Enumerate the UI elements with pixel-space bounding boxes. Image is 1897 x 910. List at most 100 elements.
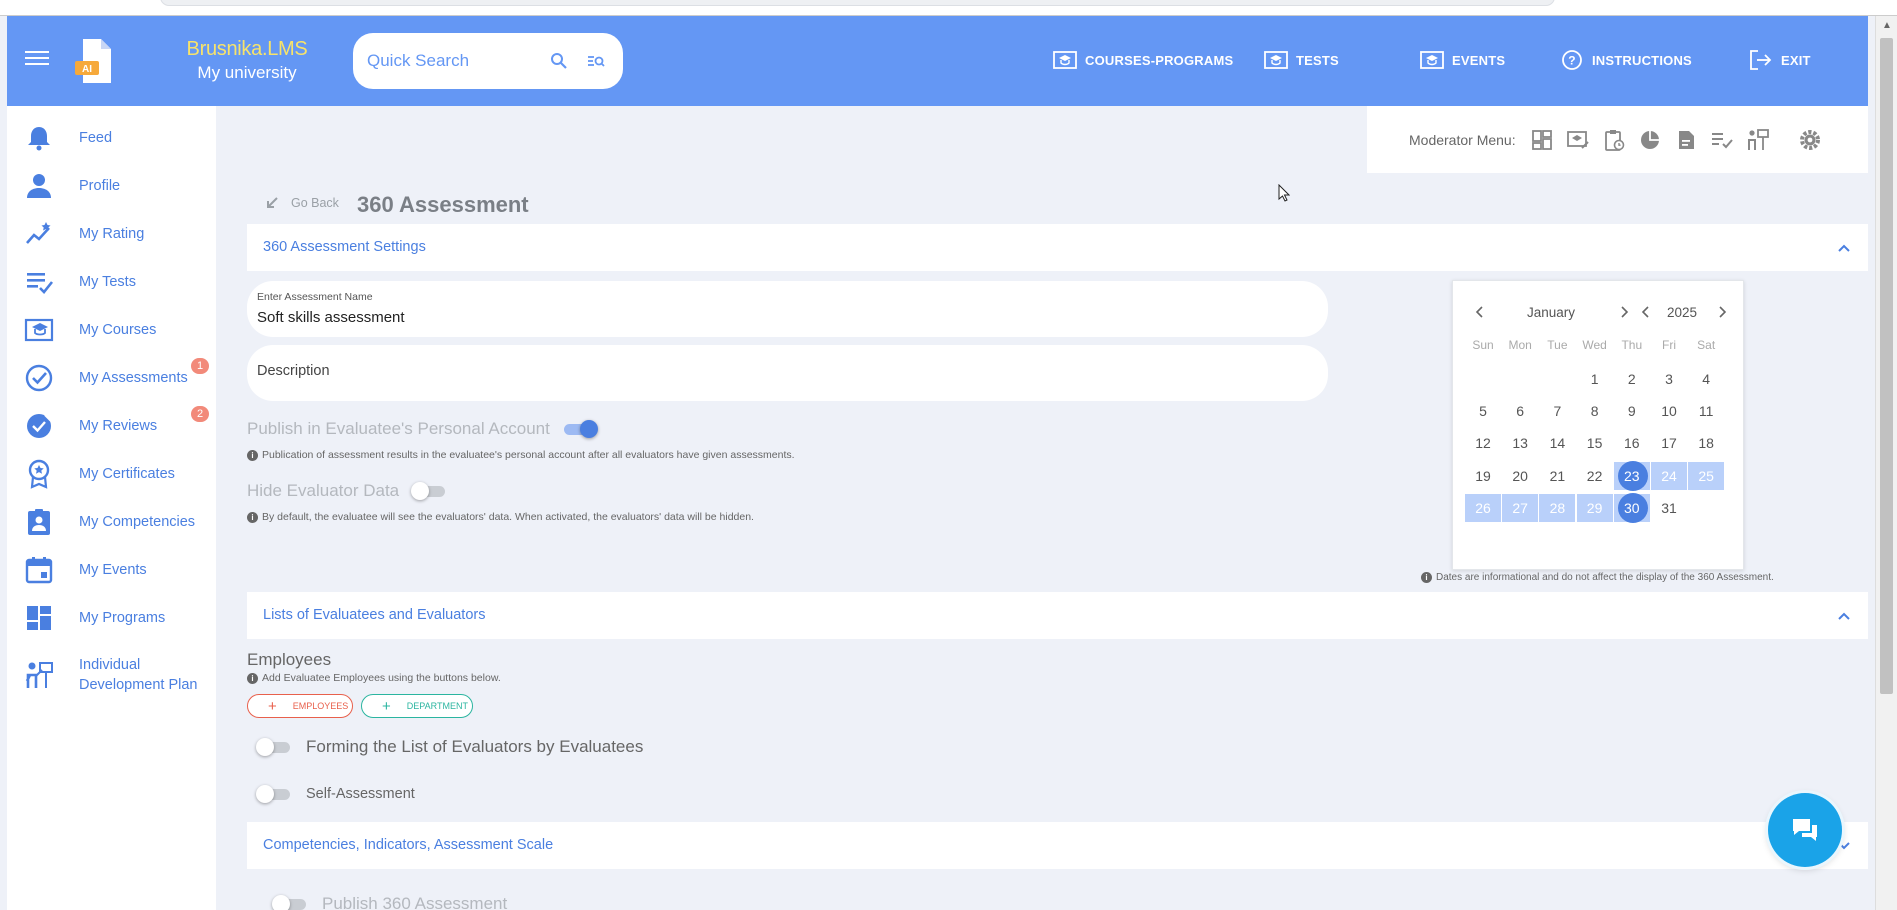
calendar-day[interactable]: 7 [1539,397,1575,425]
chevron-up-icon[interactable] [1836,240,1852,256]
nav-tests[interactable]: TESTS [1264,49,1339,71]
nav-label: EXIT [1781,52,1811,68]
brand[interactable]: Brusnika.LMS My university [177,38,317,83]
calendar-day[interactable]: 23 [1613,460,1650,491]
calendar-day[interactable]: 31 [1651,494,1687,522]
document-icon[interactable] [1674,128,1698,152]
calendar-weekday: Tue [1547,338,1568,352]
calendar-day[interactable]: 10 [1651,397,1687,425]
advanced-search-icon[interactable] [586,51,606,71]
calendar-day[interactable]: 18 [1688,429,1724,457]
sidebar-item-my-programs[interactable]: My Programs [7,596,216,640]
calendar-day[interactable]: 17 [1651,429,1687,457]
add-employees-button[interactable]: + EMPLOYEES [247,694,353,718]
courses-edit-icon[interactable] [1566,128,1590,152]
svg-text:?: ? [1568,54,1576,68]
scroll-up-icon[interactable]: ▲ [1882,20,1892,31]
chevron-left-icon[interactable] [1639,304,1653,320]
calendar-day[interactable]: 5 [1465,397,1501,425]
calendar-year[interactable]: 2025 [1667,305,1697,320]
quick-search-input[interactable] [367,47,537,75]
calendar-day[interactable]: 2 [1614,365,1650,393]
info-icon: i [247,449,258,461]
go-back-link[interactable]: Go Back [265,196,339,210]
forming-list-toggle[interactable] [256,738,292,756]
calendar-day[interactable]: 9 [1614,397,1650,425]
nav-courses-programs[interactable]: COURSES-PROGRAMS [1053,49,1233,71]
sidebar-item-my-assessments[interactable]: My Assessments 1 [7,356,216,400]
nav-exit[interactable]: EXIT [1749,49,1811,71]
chevron-right-icon[interactable] [1715,304,1729,320]
development-icon[interactable] [1746,128,1770,152]
brand-subtitle: My university [197,63,297,82]
sidebar-item-profile[interactable]: Profile [7,164,216,208]
calendar-day[interactable]: 28 [1539,493,1576,522]
calendar-day[interactable]: 25 [1688,461,1725,490]
calendar-day[interactable]: 26 [1465,493,1501,522]
hide-evaluator-data-label: Hide Evaluator Data [247,481,400,500]
calendar-day[interactable]: 3 [1651,365,1687,393]
self-assessment-toggle[interactable] [256,785,292,803]
calendar-day[interactable]: 11 [1688,397,1724,425]
calendar-day[interactable]: 21 [1539,462,1575,490]
sidebar-item-individual-development-plan[interactable]: Individual Development Plan [7,650,216,700]
sidebar-item-my-courses[interactable]: My Courses [7,308,216,352]
tests-icon [1264,51,1288,69]
calendar-day[interactable]: 29 [1576,493,1613,522]
calendar-day[interactable]: 16 [1614,429,1650,457]
calendar-day[interactable]: 27 [1502,493,1539,522]
chevron-right-icon[interactable] [1617,304,1631,320]
nav-instructions[interactable]: ? INSTRUCTIONS [1560,49,1692,71]
competencies-icon [28,509,50,535]
calendar-day[interactable]: 19 [1465,462,1501,490]
sidebar-item-my-tests[interactable]: My Tests [7,260,216,304]
add-department-button[interactable]: + DEPARTMENT [361,694,473,718]
calendar-day[interactable]: 20 [1502,462,1538,490]
calendar-day[interactable]: 12 [1465,429,1501,457]
chat-button[interactable] [1768,793,1842,867]
events-icon [1420,51,1444,69]
scrollbar-thumb[interactable] [1880,38,1893,694]
dashboard-icon[interactable] [1530,128,1554,152]
arrow-back-icon [267,197,278,208]
chevron-left-icon[interactable] [1473,304,1487,320]
dates-hint-text: Dates are informational and do not affec… [1436,572,1774,583]
calendar-day[interactable]: 22 [1577,462,1613,490]
calendar-day[interactable]: 30 [1613,492,1650,523]
calendar-day[interactable]: 6 [1502,397,1538,425]
clipboard-clock-icon[interactable] [1602,128,1626,152]
nav-events[interactable]: EVENTS [1420,49,1505,71]
checklist-icon[interactable] [1710,128,1734,152]
sidebar-item-label: My Courses [79,322,157,338]
pie-chart-icon[interactable] [1638,128,1662,152]
gear-icon[interactable] [1798,128,1822,152]
calendar-day[interactable]: 13 [1502,429,1538,457]
rating-icon [26,222,51,244]
dates-hint: i Dates are informational and do not aff… [1421,572,1774,583]
page-scrollbar[interactable]: ▲ [1875,16,1897,910]
publish-360-toggle[interactable] [272,895,308,910]
description-input[interactable] [257,359,1297,383]
calendar-month[interactable]: January [1527,305,1575,320]
hide-evaluator-data-toggle[interactable] [411,482,447,500]
sidebar-item-feed[interactable]: Feed [7,116,216,160]
lists-section-header[interactable]: Lists of Evaluatees and Evaluators [247,592,1868,639]
chevron-up-icon[interactable] [1836,608,1852,624]
hamburger-menu-icon[interactable] [25,47,49,71]
sidebar-item-my-competencies[interactable]: My Competencies [7,500,216,544]
assessment-name-input[interactable] [257,305,1297,329]
publish-personal-account-toggle[interactable] [562,420,598,438]
calendar-day[interactable]: 4 [1688,365,1724,393]
sidebar-item-my-certificates[interactable]: My Certificates [7,452,216,496]
competencies-section-header[interactable]: Competencies, Indicators, Assessment Sca… [247,822,1868,869]
settings-section-header[interactable]: 360 Assessment Settings [247,224,1868,271]
calendar-day[interactable]: 1 [1577,365,1613,393]
sidebar-item-my-events[interactable]: My Events [7,548,216,592]
calendar-day[interactable]: 15 [1577,429,1613,457]
calendar-day[interactable]: 24 [1651,461,1687,490]
search-icon[interactable] [549,51,569,71]
sidebar-item-my-reviews[interactable]: My Reviews 2 [7,404,216,448]
calendar-day[interactable]: 8 [1577,397,1613,425]
sidebar-item-my-rating[interactable]: My Rating [7,212,216,256]
calendar-day[interactable]: 14 [1539,429,1575,457]
